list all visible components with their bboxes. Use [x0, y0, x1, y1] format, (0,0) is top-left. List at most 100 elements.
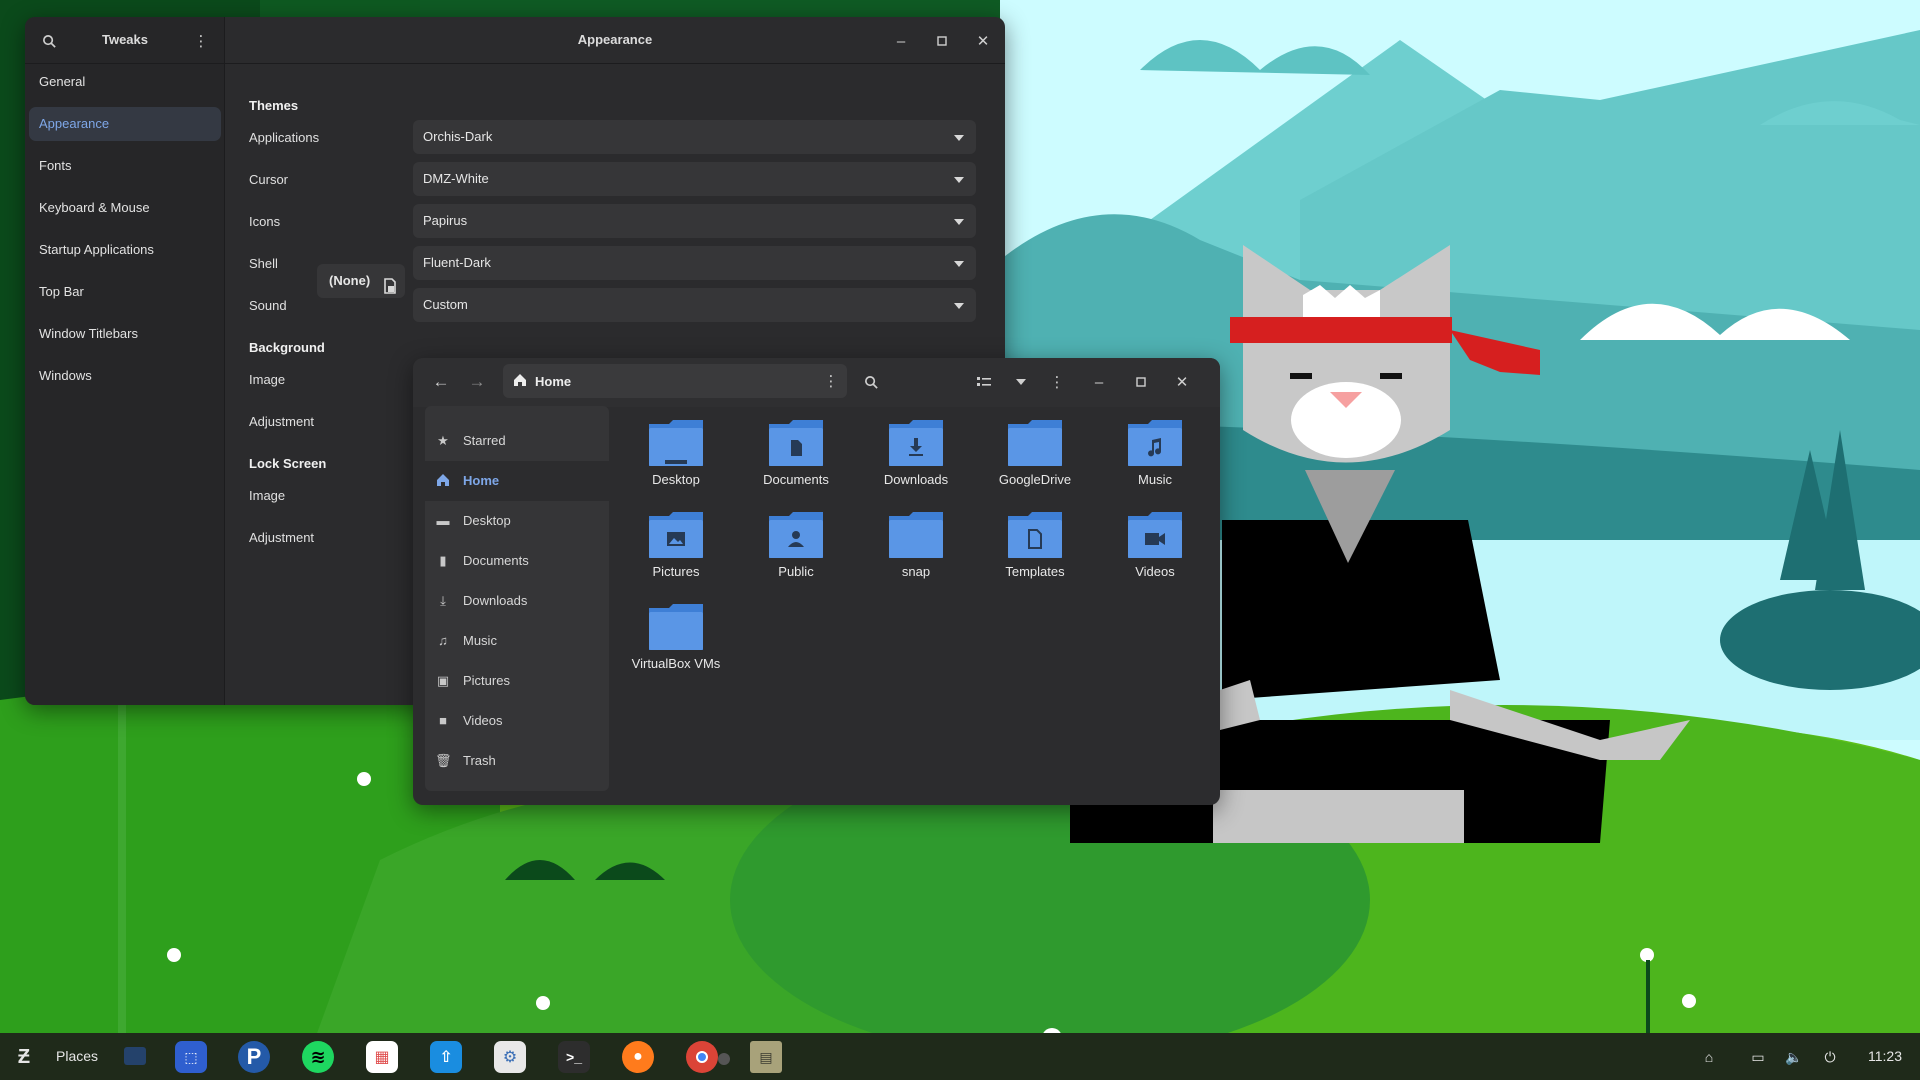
applications-dropdown[interactable]: Orchis-Dark: [413, 120, 976, 154]
sidebar-item-trash[interactable]: 🗑 Trash: [425, 741, 609, 781]
shell-file-button[interactable]: (None): [317, 264, 405, 298]
spotify-app-icon[interactable]: ≋: [302, 1041, 334, 1073]
folder-templates[interactable]: Templates: [985, 510, 1085, 600]
firefox-app-icon[interactable]: ●: [622, 1041, 654, 1073]
tweaks-app-icon[interactable]: ⚙: [494, 1041, 526, 1073]
icons-dropdown[interactable]: Papirus: [413, 204, 976, 238]
sidebar-item-label: Videos: [463, 713, 503, 728]
folder-label: Public: [778, 564, 814, 579]
folder-videos[interactable]: Videos: [1105, 510, 1205, 600]
volume-icon[interactable]: 🔈: [1784, 1047, 1804, 1067]
folder-label: Downloads: [883, 472, 949, 487]
folder-downloads[interactable]: Downloads: [866, 418, 966, 508]
sidebar-item-documents[interactable]: ▮ Documents: [425, 541, 609, 581]
power-icon[interactable]: ⏻: [1820, 1047, 1840, 1067]
menu-icon[interactable]: ⋮: [189, 29, 213, 53]
sidebar-item-keyboard-mouse[interactable]: Keyboard & Mouse: [29, 191, 221, 225]
folder-label: VirtualBox VMs: [631, 656, 721, 671]
sidebar-item-windows[interactable]: Windows: [29, 359, 221, 393]
minimize-icon[interactable]: –: [1087, 370, 1111, 394]
menu-icon[interactable]: ⋮: [1045, 370, 1069, 394]
back-arrow-icon[interactable]: ←: [429, 370, 453, 394]
path-menu-icon[interactable]: ⋮: [819, 369, 843, 393]
minimize-icon[interactable]: –: [889, 29, 913, 53]
tweaks-sidebar-header: Tweaks ⋮: [25, 17, 224, 64]
shell-dropdown[interactable]: Fluent-Dark: [413, 246, 976, 280]
path-label: Home: [535, 374, 572, 389]
zorin-menu-icon[interactable]: Ƶ: [8, 1041, 40, 1073]
maximize-icon[interactable]: [1129, 370, 1153, 394]
taskbar: Ƶ Places ⬚ P ≋ ▦ ⇧ ⚙ >_ ● ▤ ⌂ ▭ 🔈 ⏻ 11:2…: [0, 1033, 1920, 1080]
chevron-down-icon[interactable]: [1009, 370, 1033, 394]
software-app-icon[interactable]: ⬚: [175, 1041, 207, 1073]
places-menu[interactable]: Places: [56, 1048, 98, 1064]
close-icon[interactable]: ✕: [971, 29, 995, 53]
search-icon[interactable]: [859, 370, 883, 394]
folder-music[interactable]: Music: [1105, 418, 1205, 508]
icons-label: Icons: [249, 214, 281, 229]
tweaks-sidebar: Tweaks ⋮ General Appearance Fonts Keyboa…: [25, 17, 225, 705]
sidebar-item-music[interactable]: ♫ Music: [425, 621, 609, 661]
software-updater-icon[interactable]: ⇧: [430, 1041, 462, 1073]
sidebar-item-label: Desktop: [463, 513, 511, 528]
clock[interactable]: 11:23: [1868, 1048, 1902, 1064]
folder-label: Documents: [763, 472, 829, 487]
files-app-icon[interactable]: [124, 1047, 146, 1065]
sidebar-item-appearance[interactable]: Appearance: [29, 107, 221, 141]
folder-snap[interactable]: snap: [866, 510, 966, 600]
folder-desktop[interactable]: Desktop: [626, 418, 726, 508]
chrome-app-icon[interactable]: [686, 1041, 718, 1073]
sidebar-item-videos[interactable]: ■ Videos: [425, 701, 609, 741]
folder-documents[interactable]: Documents: [746, 418, 846, 508]
maximize-icon[interactable]: [930, 29, 954, 53]
background-adjustment-label: Adjustment: [249, 414, 315, 429]
folder-virtualbox-vms[interactable]: VirtualBox VMs: [626, 602, 726, 692]
section-lock-screen: Lock Screen: [249, 456, 327, 471]
forward-arrow-icon[interactable]: →: [465, 370, 489, 394]
folder-public[interactable]: Public: [746, 510, 846, 600]
sidebar-item-starred[interactable]: ★ Starred: [425, 421, 609, 461]
path-bar[interactable]: Home ⋮: [503, 364, 847, 398]
dropdown-arrow-icon: [954, 261, 964, 267]
applications-value: Orchis-Dark: [423, 129, 493, 144]
tweaks-headerbar: Appearance – ✕: [225, 17, 1005, 64]
folder-icon: [1128, 420, 1182, 466]
sidebar-item-label: Music: [463, 633, 497, 648]
list-view-icon[interactable]: [972, 370, 996, 394]
cursor-value: DMZ-White: [423, 171, 489, 186]
sidebar-item-desktop[interactable]: ▬ Desktop: [425, 501, 609, 541]
pandora-app-icon[interactable]: P: [238, 1041, 270, 1073]
folder-googledrive[interactable]: GoogleDrive: [985, 418, 1085, 508]
sound-label: Sound: [249, 298, 287, 313]
sidebar-item-label: Home: [463, 473, 500, 488]
flathub-app-icon[interactable]: ▦: [366, 1041, 398, 1073]
close-icon[interactable]: ✕: [1170, 370, 1194, 394]
sidebar-item-window-titlebars[interactable]: Window Titlebars: [29, 317, 221, 351]
sidebar-item-fonts[interactable]: Fonts: [29, 149, 221, 183]
display-icon[interactable]: ▭: [1748, 1047, 1768, 1067]
sidebar-item-home[interactable]: Home: [425, 461, 609, 501]
folder-icon: [889, 420, 943, 466]
sidebar-item-pictures[interactable]: ▣ Pictures: [425, 661, 609, 701]
terminal-app-icon[interactable]: >_: [558, 1041, 590, 1073]
sidebar-item-startup-applications[interactable]: Startup Applications: [29, 233, 221, 267]
sidebar-item-general[interactable]: General: [29, 65, 221, 99]
home-icon[interactable]: ⌂: [1699, 1047, 1719, 1067]
home-icon: [513, 373, 527, 392]
cursor-dropdown[interactable]: DMZ-White: [413, 162, 976, 196]
sidebar-item-top-bar[interactable]: Top Bar: [29, 275, 221, 309]
folder-icon: [1008, 420, 1062, 466]
section-themes: Themes: [249, 98, 299, 113]
chrome-badge: [718, 1053, 730, 1065]
video-icon: ■: [439, 713, 447, 728]
folder-pictures[interactable]: Pictures: [626, 510, 726, 600]
archive-manager-icon[interactable]: ▤: [750, 1041, 782, 1073]
shell-value: Fluent-Dark: [423, 255, 491, 270]
sound-value: Custom: [423, 297, 468, 312]
sidebar-item-downloads[interactable]: ⤓ Downloads: [425, 581, 609, 621]
folder-icon: [889, 512, 943, 558]
lockscreen-adjustment-label: Adjustment: [249, 530, 315, 545]
dropdown-arrow-icon: [954, 135, 964, 141]
folder-icon: [649, 604, 703, 650]
sound-dropdown[interactable]: Custom: [413, 288, 976, 322]
